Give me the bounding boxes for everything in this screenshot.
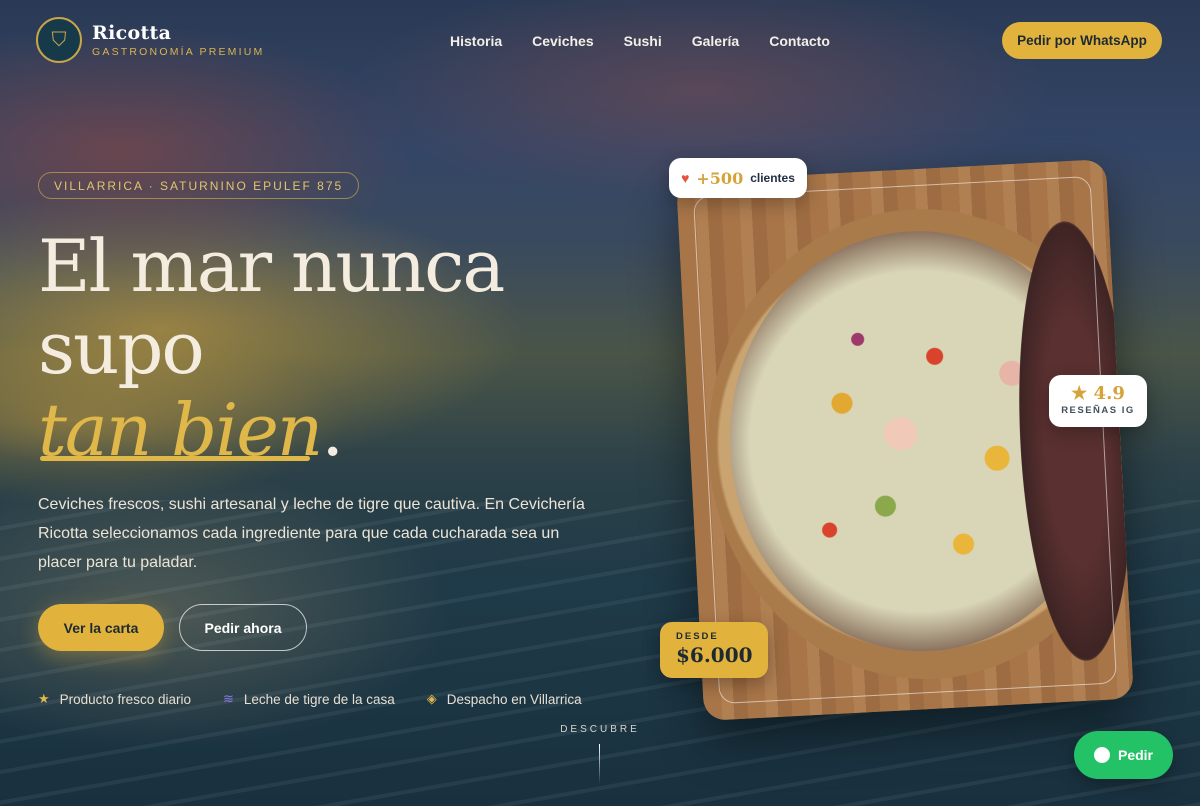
diamond-icon: ◈ [426, 691, 437, 706]
feature-label: Producto fresco diario [59, 691, 191, 707]
hero-description: Ceviches frescos, sushi artesanal y lech… [38, 496, 585, 571]
waves-icon: ≋ [222, 691, 234, 706]
clients-badge: ♥ +500 clientes [669, 158, 807, 198]
price-value: $6.000 [676, 643, 753, 667]
brand-subtitle: GASTRONOMÍA PREMIUM [92, 46, 265, 58]
floating-order-label: Pedir [1117, 747, 1153, 763]
whatsapp-order-button[interactable]: Pedir por WhatsApp [1002, 22, 1162, 59]
feature-label: Leche de tigre de la casa [243, 691, 395, 707]
floating-order-button[interactable]: Pedir [1074, 731, 1173, 779]
nav-ceviches[interactable]: Ceviches [532, 33, 593, 49]
hero-title-line1: El mar nunca [38, 224, 505, 308]
heart-icon: ♥ [681, 170, 690, 186]
view-menu-button[interactable]: Ver la carta [38, 604, 164, 651]
nav-contacto[interactable]: Contacto [769, 33, 830, 49]
rating-value: ★ 4.9 [1071, 383, 1125, 404]
clients-count: +500 [696, 168, 744, 188]
wolf-emblem-icon: ⛉ [51, 28, 67, 51]
feature-item: ≋ Leche de tigre de la casa [223, 691, 395, 707]
nav-sushi[interactable]: Sushi [624, 33, 662, 49]
price-label: DESDE [676, 631, 719, 642]
brand[interactable]: Ricotta GASTRONOMÍA PREMIUM [92, 22, 264, 58]
main-nav: Historia Ceviches Sushi Galería Contacto [450, 33, 830, 49]
star-icon: ★ [38, 691, 50, 706]
hero-title-line2: supo [38, 306, 205, 390]
rating-label: RESEÑAS IG [1061, 405, 1135, 416]
price-badge: DESDE $6.000 [660, 622, 768, 678]
feature-label: Despacho en Villarrica [446, 691, 582, 707]
order-now-button[interactable]: Pedir ahora [179, 604, 307, 651]
scroll-indicator-line [599, 744, 600, 784]
feature-item: ◈ Despacho en Villarrica [427, 691, 582, 707]
location-badge: VILLARRICA · SATURNINO EPULEF 875 [38, 172, 360, 199]
hero-title: El mar nunca supo tan bien. [38, 224, 505, 472]
clients-label: clientes [750, 171, 795, 185]
discover-link[interactable]: DESCUBRE [540, 724, 660, 735]
features-list: ★ Producto fresco diario ≋ Leche de tigr… [38, 691, 582, 707]
title-underline [40, 456, 310, 461]
brand-name: Ricotta [92, 22, 172, 44]
logo[interactable]: ⛉ [36, 17, 82, 63]
chat-bubble-icon [1093, 747, 1110, 763]
nav-galeria[interactable]: Galería [692, 33, 739, 49]
feature-item: ★ Producto fresco diario [38, 691, 191, 707]
rating-badge: ★ 4.9 RESEÑAS IG [1049, 375, 1147, 427]
hero-title-dot: . [321, 388, 344, 472]
nav-historia[interactable]: Historia [450, 33, 502, 49]
